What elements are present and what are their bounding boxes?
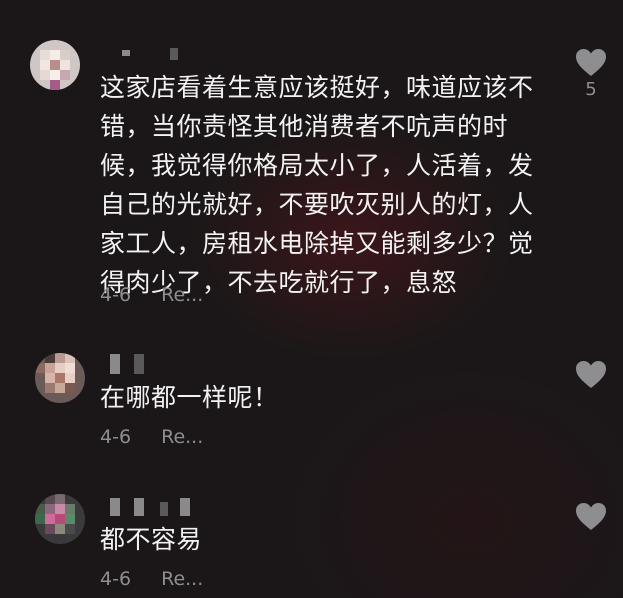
comment-meta: 4-6 Re... bbox=[100, 426, 203, 448]
comment-date: 4-6 bbox=[100, 284, 132, 306]
reply-button[interactable]: Re... bbox=[161, 568, 203, 590]
comment-text: 都不容易 bbox=[100, 525, 203, 554]
heart-icon[interactable] bbox=[575, 360, 607, 389]
like-count: 5 bbox=[585, 79, 597, 100]
comment-date: 4-6 bbox=[100, 426, 132, 448]
comment-text: 在哪都一样呢！ bbox=[100, 383, 279, 412]
reply-button[interactable]: Re... bbox=[161, 284, 203, 306]
like-button[interactable] bbox=[574, 502, 608, 533]
avatar[interactable] bbox=[35, 353, 85, 403]
like-button[interactable] bbox=[574, 360, 608, 391]
avatar[interactable] bbox=[35, 494, 85, 544]
comment-text: 这家店看着生意应该挺好，味道应该不错，当你责怪其他消费者不吭声的时候，我觉得你格… bbox=[100, 73, 534, 297]
reply-button[interactable]: Re... bbox=[161, 426, 203, 448]
avatar[interactable] bbox=[30, 40, 80, 90]
like-button[interactable]: 5 bbox=[574, 48, 608, 100]
heart-icon[interactable] bbox=[575, 502, 607, 531]
comment-date: 4-6 bbox=[100, 568, 132, 590]
comment-meta: 4-6 Re... bbox=[100, 568, 203, 590]
heart-icon[interactable] bbox=[575, 48, 607, 77]
comment-meta: 4-6 Re... bbox=[100, 284, 203, 306]
